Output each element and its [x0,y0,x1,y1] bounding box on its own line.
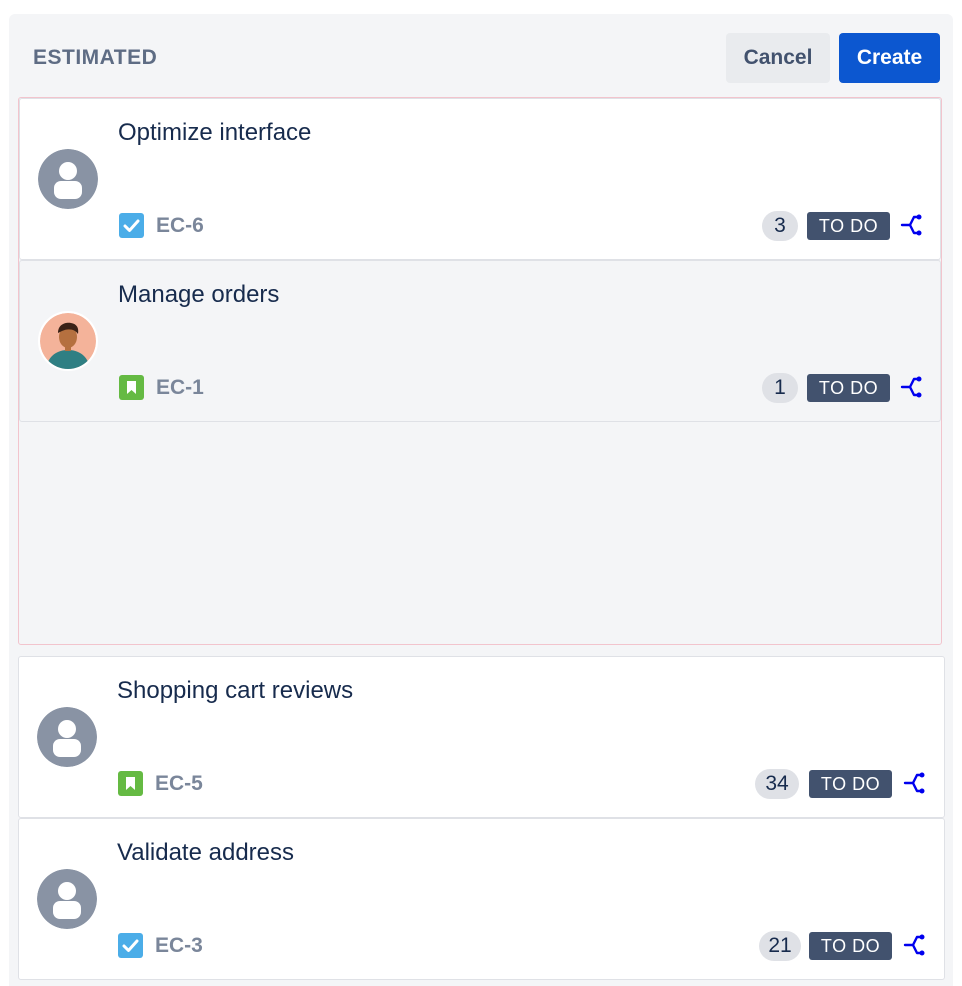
card-title: Validate address [117,839,294,866]
default-user-icon [37,869,97,929]
column-title: ESTIMATED [33,46,158,69]
status-lozenge: TO DO [809,932,892,960]
column-header: ESTIMATED Cancel Create [9,14,953,98]
issue-key[interactable]: EC-5 [155,772,203,796]
subtask-icon[interactable] [901,770,927,796]
card-title: Shopping cart reviews [117,677,354,704]
estimated-column: ESTIMATED Cancel Create Optimize interfa… [9,14,953,986]
story-points-badge: 34 [755,769,799,799]
cancel-button[interactable]: Cancel [726,33,830,83]
status-lozenge: TO DO [809,770,892,798]
story-points-badge: 1 [762,373,798,403]
issue-key[interactable]: EC-3 [155,934,203,958]
card-title: Manage orders [118,281,280,308]
default-user-icon [38,149,98,209]
status-lozenge: TO DO [807,374,890,402]
subtask-icon[interactable] [898,212,924,238]
story-points-badge: 3 [762,211,798,241]
card-title: Optimize interface [118,119,312,146]
issue-key[interactable]: EC-6 [156,214,204,238]
story-bookmark-icon [118,771,143,796]
story-points-badge: 21 [759,931,801,961]
issue-card[interactable]: Optimize interface EC-6 3 TO DO [19,98,941,260]
subtask-icon[interactable] [901,932,927,958]
user-photo-avatar [38,311,98,371]
create-button[interactable]: Create [839,33,940,83]
story-bookmark-icon [119,375,144,400]
issue-key[interactable]: EC-1 [156,376,204,400]
status-lozenge: TO DO [807,212,890,240]
issue-card[interactable]: Shopping cart reviews EC-5 34 TO DO [18,656,945,818]
issue-card[interactable]: Validate address EC-3 21 TO DO [18,818,945,980]
issue-card[interactable]: Manage orders EC-1 1 TO DO [19,260,941,422]
default-user-icon [37,707,97,767]
task-checkbox-icon [119,213,144,238]
subtask-icon[interactable] [898,374,924,400]
task-checkbox-icon [118,933,143,958]
